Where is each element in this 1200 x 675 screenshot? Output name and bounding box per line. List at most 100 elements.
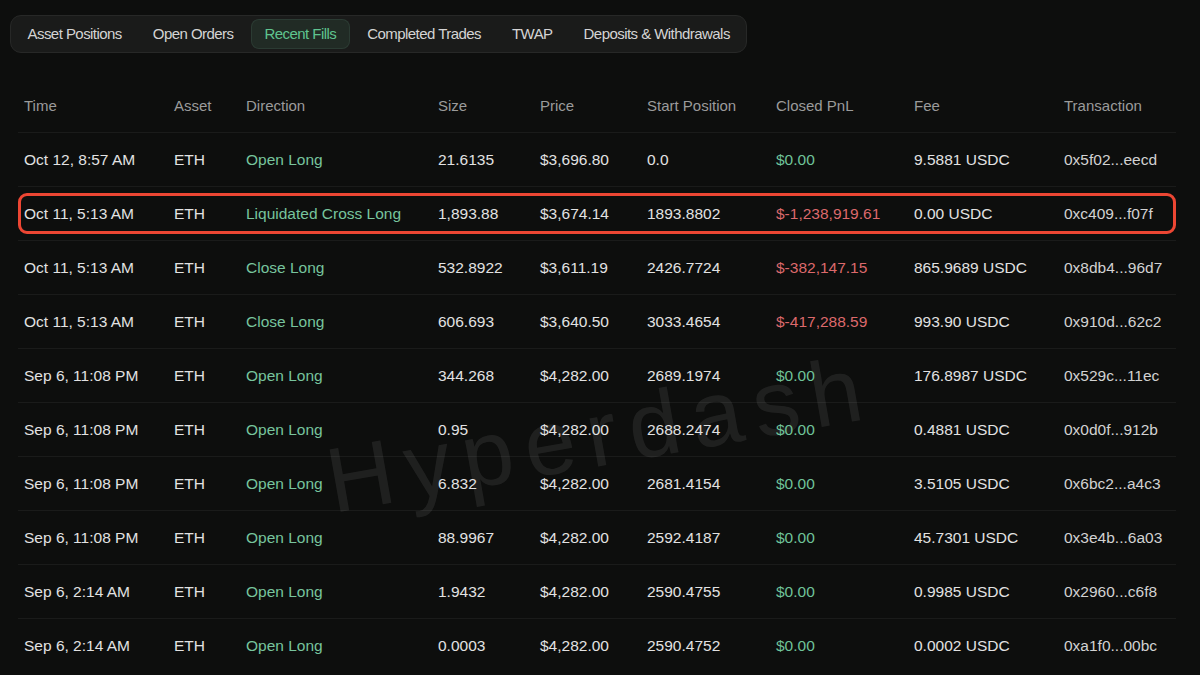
tab-bar: Asset PositionsOpen OrdersRecent FillsCo… bbox=[10, 15, 747, 53]
cell-transaction-link[interactable]: 0xc409...f07f bbox=[1064, 205, 1176, 223]
column-header-asset: Asset bbox=[174, 97, 246, 114]
column-header-direction: Direction bbox=[246, 97, 438, 114]
cell-price: $4,282.00 bbox=[540, 475, 647, 493]
tab-recent-fills[interactable]: Recent Fills bbox=[251, 19, 350, 49]
table-row[interactable]: Sep 6, 11:08 PM ETH Open Long 6.832 $4,2… bbox=[18, 456, 1176, 510]
cell-price: $4,282.00 bbox=[540, 421, 647, 439]
cell-time: Oct 11, 5:13 AM bbox=[24, 259, 174, 277]
column-header-price: Price bbox=[540, 97, 647, 114]
cell-closed-pnl: $0.00 bbox=[776, 151, 914, 169]
cell-transaction-link[interactable]: 0x529c...11ec bbox=[1064, 367, 1176, 385]
cell-time: Sep 6, 11:08 PM bbox=[24, 367, 174, 385]
cell-size: 532.8922 bbox=[438, 259, 540, 277]
cell-fee: 0.00 USDC bbox=[914, 205, 1064, 223]
cell-closed-pnl: $0.00 bbox=[776, 529, 914, 547]
cell-direction: Open Long bbox=[246, 475, 438, 493]
cell-closed-pnl: $-382,147.15 bbox=[776, 259, 914, 277]
cell-asset: ETH bbox=[174, 259, 246, 277]
table-row[interactable]: Sep 6, 11:08 PM ETH Open Long 344.268 $4… bbox=[18, 348, 1176, 402]
cell-fee: 865.9689 USDC bbox=[914, 259, 1064, 277]
cell-fee: 0.4881 USDC bbox=[914, 421, 1064, 439]
cell-start-position: 2688.2474 bbox=[647, 421, 776, 439]
column-header-size: Size bbox=[438, 97, 540, 114]
cell-direction: Open Long bbox=[246, 367, 438, 385]
cell-time: Oct 11, 5:13 AM bbox=[24, 313, 174, 331]
cell-start-position: 2426.7724 bbox=[647, 259, 776, 277]
cell-size: 21.6135 bbox=[438, 151, 540, 169]
cell-price: $4,282.00 bbox=[540, 583, 647, 601]
column-header-time: Time bbox=[24, 97, 174, 114]
cell-size: 88.9967 bbox=[438, 529, 540, 547]
cell-time: Sep 6, 11:08 PM bbox=[24, 475, 174, 493]
cell-direction: Open Long bbox=[246, 151, 438, 169]
cell-transaction-link[interactable]: 0x910d...62c2 bbox=[1064, 313, 1176, 331]
cell-transaction-link[interactable]: 0x3e4b...6a03 bbox=[1064, 529, 1176, 547]
cell-closed-pnl: $0.00 bbox=[776, 367, 914, 385]
cell-start-position: 3033.4654 bbox=[647, 313, 776, 331]
cell-transaction-link[interactable]: 0xa1f0...00bc bbox=[1064, 637, 1176, 655]
cell-time: Sep 6, 2:14 AM bbox=[24, 637, 174, 655]
cell-asset: ETH bbox=[174, 583, 246, 601]
column-header-closed-pnl: Closed PnL bbox=[776, 97, 914, 114]
cell-start-position: 2592.4187 bbox=[647, 529, 776, 547]
cell-asset: ETH bbox=[174, 367, 246, 385]
column-header-start-position: Start Position bbox=[647, 97, 776, 114]
cell-closed-pnl: $0.00 bbox=[776, 637, 914, 655]
cell-closed-pnl: $0.00 bbox=[776, 421, 914, 439]
table-body: Oct 12, 8:57 AM ETH Open Long 21.6135 $3… bbox=[0, 132, 1200, 672]
cell-asset: ETH bbox=[174, 475, 246, 493]
cell-asset: ETH bbox=[174, 421, 246, 439]
cell-start-position: 0.0 bbox=[647, 151, 776, 169]
column-header-transaction: Transaction bbox=[1064, 97, 1176, 114]
cell-price: $3,611.19 bbox=[540, 259, 647, 277]
cell-transaction-link[interactable]: 0x0d0f...912b bbox=[1064, 421, 1176, 439]
cell-time: Sep 6, 11:08 PM bbox=[24, 421, 174, 439]
cell-size: 1.9432 bbox=[438, 583, 540, 601]
cell-fee: 9.5881 USDC bbox=[914, 151, 1064, 169]
cell-time: Sep 6, 11:08 PM bbox=[24, 529, 174, 547]
tab-asset-positions[interactable]: Asset Positions bbox=[14, 19, 135, 49]
table-row[interactable]: Sep 6, 11:08 PM ETH Open Long 88.9967 $4… bbox=[18, 510, 1176, 564]
table-row[interactable]: Oct 11, 5:13 AM ETH Close Long 532.8922 … bbox=[18, 240, 1176, 294]
table-row[interactable]: Sep 6, 11:08 PM ETH Open Long 0.95 $4,28… bbox=[18, 402, 1176, 456]
cell-direction: Close Long bbox=[246, 259, 438, 277]
cell-direction: Close Long bbox=[246, 313, 438, 331]
cell-transaction-link[interactable]: 0x2960...c6f8 bbox=[1064, 583, 1176, 601]
cell-start-position: 2590.4755 bbox=[647, 583, 776, 601]
cell-asset: ETH bbox=[174, 529, 246, 547]
cell-direction: Open Long bbox=[246, 529, 438, 547]
cell-transaction-link[interactable]: 0x6bc2...a4c3 bbox=[1064, 475, 1176, 493]
cell-direction: Open Long bbox=[246, 583, 438, 601]
cell-asset: ETH bbox=[174, 205, 246, 223]
table-row[interactable]: Oct 12, 8:57 AM ETH Open Long 21.6135 $3… bbox=[18, 132, 1176, 186]
cell-size: 606.693 bbox=[438, 313, 540, 331]
cell-size: 0.95 bbox=[438, 421, 540, 439]
cell-start-position: 2689.1974 bbox=[647, 367, 776, 385]
tab-open-orders[interactable]: Open Orders bbox=[139, 19, 247, 49]
cell-price: $3,640.50 bbox=[540, 313, 647, 331]
table-row-highlighted[interactable]: Oct 11, 5:13 AM ETH Liquidated Cross Lon… bbox=[18, 186, 1176, 240]
cell-size: 0.0003 bbox=[438, 637, 540, 655]
cell-start-position: 1893.8802 bbox=[647, 205, 776, 223]
cell-direction: Liquidated Cross Long bbox=[246, 205, 438, 223]
cell-closed-pnl: $-417,288.59 bbox=[776, 313, 914, 331]
cell-time: Oct 11, 5:13 AM bbox=[24, 205, 174, 223]
cell-size: 344.268 bbox=[438, 367, 540, 385]
table-row[interactable]: Sep 6, 2:14 AM ETH Open Long 0.0003 $4,2… bbox=[18, 618, 1176, 672]
tab-twap[interactable]: TWAP bbox=[498, 19, 566, 49]
cell-fee: 0.0002 USDC bbox=[914, 637, 1064, 655]
column-header-fee: Fee bbox=[914, 97, 1064, 114]
tab-deposits-withdrawals[interactable]: Deposits & Withdrawals bbox=[570, 19, 743, 49]
cell-start-position: 2681.4154 bbox=[647, 475, 776, 493]
cell-asset: ETH bbox=[174, 637, 246, 655]
tab-completed-trades[interactable]: Completed Trades bbox=[354, 19, 495, 49]
table-row[interactable]: Oct 11, 5:13 AM ETH Close Long 606.693 $… bbox=[18, 294, 1176, 348]
table-header-row: TimeAssetDirectionSizePriceStart Positio… bbox=[18, 78, 1176, 132]
cell-fee: 3.5105 USDC bbox=[914, 475, 1064, 493]
cell-transaction-link[interactable]: 0x5f02...eecd bbox=[1064, 151, 1176, 169]
cell-fee: 176.8987 USDC bbox=[914, 367, 1064, 385]
cell-transaction-link[interactable]: 0x8db4...96d7 bbox=[1064, 259, 1176, 277]
cell-fee: 0.9985 USDC bbox=[914, 583, 1064, 601]
table-row[interactable]: Sep 6, 2:14 AM ETH Open Long 1.9432 $4,2… bbox=[18, 564, 1176, 618]
cell-price: $4,282.00 bbox=[540, 637, 647, 655]
